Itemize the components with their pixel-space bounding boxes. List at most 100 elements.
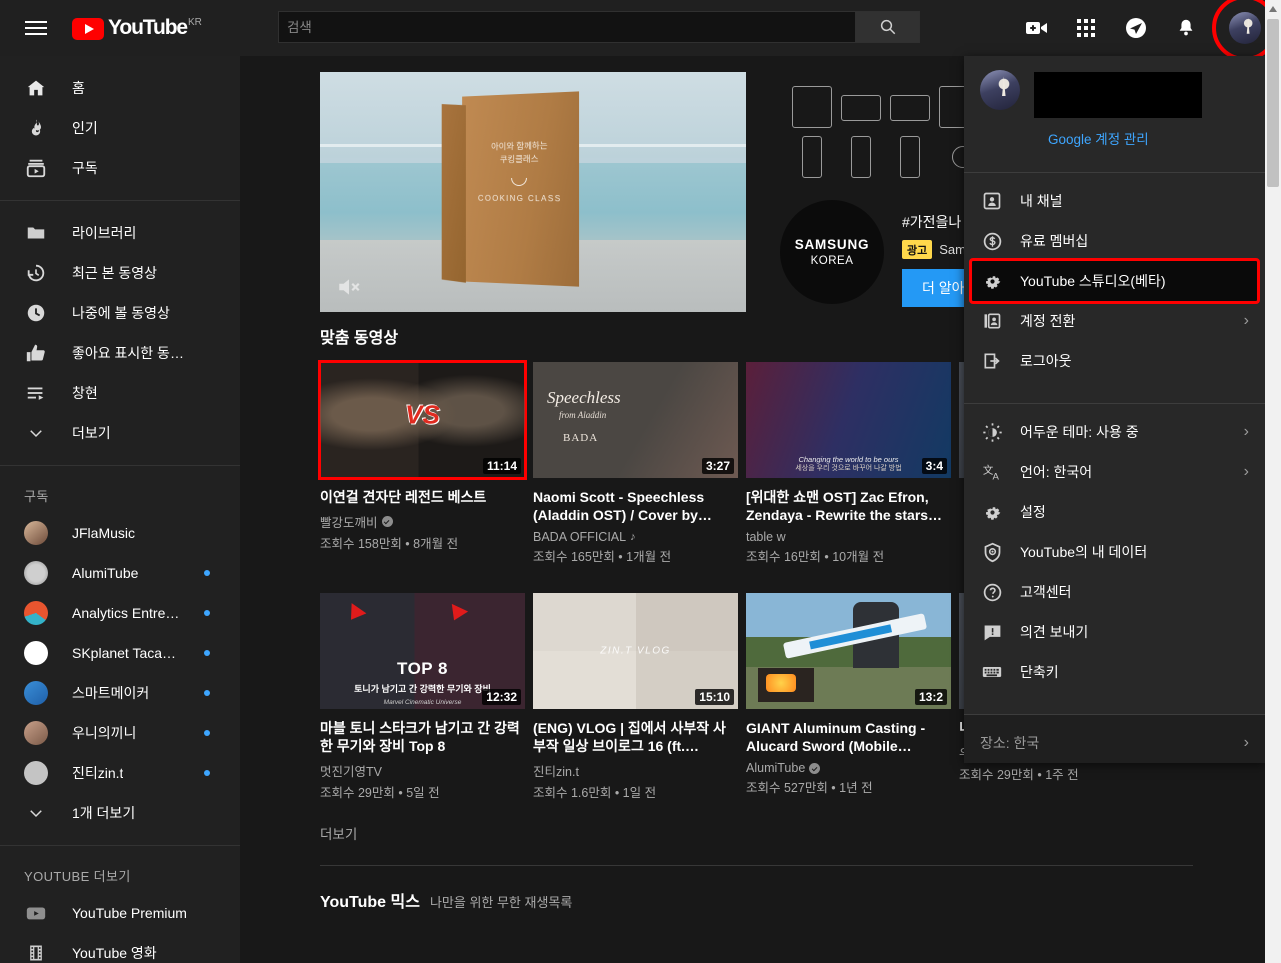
video-card[interactable]: TOP 8 토니가 남기고 간 강력한 무기와 장비 Marvel Cinema… (320, 593, 525, 801)
manage-google-account-link[interactable]: Google 계정 관리 (1048, 128, 1249, 148)
video-channel-name[interactable]: 진티zin.t (533, 761, 579, 780)
menu-item-switch-account[interactable]: 계정 전환 › (964, 301, 1265, 341)
video-title[interactable]: Naomi Scott - Speechless (Aladdin OST) /… (533, 488, 738, 524)
video-thumbnail[interactable]: Speechless from Aladdin BADA 3:27 (533, 362, 738, 478)
video-channel-name[interactable]: AlumiTube (746, 761, 805, 775)
video-thumbnail[interactable]: TOP 8 토니가 남기고 간 강력한 무기와 장비 Marvel Cinema… (320, 593, 525, 709)
sidebar-item-subscription[interactable]: 진티zin.t (0, 753, 240, 793)
sidebar-item-home[interactable]: 홈 (0, 68, 240, 108)
scrollbar-thumb[interactable] (1267, 19, 1279, 187)
menu-item-dark-theme[interactable]: 어두운 테마: 사용 중 › (964, 412, 1265, 452)
film-strip-icon (24, 941, 48, 963)
account-avatar-wrapper[interactable] (1212, 0, 1278, 61)
sidebar-item-subscription[interactable]: 스마트메이커 (0, 673, 240, 713)
sidebar-label: 1개 더보기 (72, 805, 136, 821)
channel-avatar (24, 761, 48, 785)
sidebar-item-subscription[interactable]: Analytics Entre… (0, 593, 240, 633)
chevron-right-icon: › (1243, 312, 1249, 329)
apps-grid-icon[interactable] (1073, 15, 1099, 41)
menu-item-your-data[interactable]: YouTube의 내 데이터 (964, 532, 1265, 572)
video-card[interactable]: ZIN.T VLOG 15:10 (ENG) VLOG | 집에서 사부작 사부… (533, 593, 738, 801)
video-channel-name[interactable]: BADA OFFICIAL (533, 530, 626, 544)
thumb-text-title: Speechless (547, 388, 621, 407)
video-card[interactable]: 13:2 GIANT Aluminum Casting - Alucard Sw… (746, 593, 951, 801)
search-button[interactable] (855, 11, 920, 43)
translate-icon: 文 A (980, 460, 1004, 484)
sidebar-item-subscriptions[interactable]: 구독 (0, 148, 240, 188)
menu-item-my-channel[interactable]: 내 채널 (964, 181, 1265, 221)
sidebar-item-subscription[interactable]: JFlaMusic (0, 513, 240, 553)
sidebar-label: 나중에 볼 동영상 (72, 305, 170, 321)
messages-icon[interactable] (1123, 15, 1149, 41)
sidebar-label: 진티zin.t (72, 765, 124, 781)
history-clock-icon (24, 261, 48, 285)
video-title[interactable]: 마블 토니 스타크가 남기고 간 강력한 무기와 장비 Top 8 (320, 719, 525, 755)
video-card[interactable]: VS 11:14 이연걸 견자단 레전드 베스트 빨강도깨비 조회수 158만회… (318, 360, 527, 565)
music-note-icon: ♪ (630, 531, 636, 543)
menu-item-help[interactable]: 고객센터 (964, 572, 1265, 612)
ad-sign-leg (441, 104, 466, 283)
ad-sign-line2: 쿠킹클래스 (499, 153, 539, 165)
thumb-caption-translated: 세상을 우리 것으로 바꾸어 나갈 방법 (795, 465, 902, 472)
sidebar-item-subscription[interactable]: 우니의끼니 (0, 713, 240, 753)
sidebar-item-subscriptions-show-more[interactable]: 1개 더보기 (0, 793, 240, 833)
shelf-show-more-link[interactable]: 더보기 (240, 801, 1273, 843)
video-thumbnail[interactable]: 13:2 (746, 593, 951, 709)
video-title[interactable]: 이연걸 견자단 레전드 베스트 (320, 488, 525, 506)
mix-title: YouTube 믹스 (320, 894, 420, 911)
menu-item-location[interactable]: 장소: 한국 › (964, 723, 1265, 763)
video-title[interactable]: (ENG) VLOG | 집에서 사부작 사부작 일상 브이로그 16 (ft.… (533, 719, 738, 755)
video-card[interactable]: Changing the world to be ours 세상을 우리 것으로… (746, 362, 951, 565)
advertiser-logo[interactable]: SAMSUNG KOREA (780, 200, 884, 304)
sidebar-item-youtube-premium[interactable]: YouTube Premium (0, 893, 240, 933)
sidebar-item-history[interactable]: 최근 본 동영상 (0, 253, 240, 293)
menu-item-settings[interactable]: 설정 (964, 492, 1265, 532)
sidebar-item-playlist[interactable]: 창현 (0, 373, 240, 413)
video-meta: 조회수 165만회 • 1개월 전 (533, 550, 672, 564)
sidebar-item-trending[interactable]: 인기 (0, 108, 240, 148)
menu-item-sign-out[interactable]: 로그아웃 (964, 341, 1265, 381)
channel-avatar (24, 561, 48, 585)
menu-item-keyboard-shortcuts[interactable]: 단축키 (964, 652, 1265, 692)
sidebar-label: AlumiTube (72, 565, 139, 581)
sidebar-item-show-more[interactable]: 더보기 (0, 413, 240, 453)
search-input[interactable] (278, 11, 855, 43)
sidebar-item-liked-videos[interactable]: 좋아요 표시한 동… (0, 333, 240, 373)
account-menu-group-1: 내 채널 유료 멤버십 YouTube 스튜디오(베타) 계정 전환 › 로그아… (964, 173, 1265, 389)
sidebar-label: 라이브러리 (72, 225, 137, 241)
chevron-right-icon: › (1243, 463, 1249, 480)
page-scrollbar[interactable] (1265, 0, 1281, 963)
create-video-icon[interactable] (1023, 15, 1049, 41)
menu-item-youtube-studio[interactable]: YouTube 스튜디오(베타) (969, 258, 1260, 304)
sidebar-item-watch-later[interactable]: 나중에 볼 동영상 (0, 293, 240, 333)
video-title[interactable]: GIANT Aluminum Casting - Alucard Sword (… (746, 719, 951, 755)
sidebar-item-library[interactable]: 라이브러리 (0, 213, 240, 253)
video-channel-name[interactable]: table w (746, 530, 786, 544)
masthead-video-player[interactable]: 아이와 함께하는 쿠킹클래스 COOKING CLASS (320, 72, 746, 312)
video-title[interactable]: [위대한 쇼맨 OST] Zac Efron, Zendaya - Rewrit… (746, 488, 951, 524)
menu-item-paid-memberships[interactable]: 유료 멤버십 (964, 221, 1265, 261)
video-thumbnail[interactable]: VS 11:14 (318, 360, 527, 480)
scrollbar-up-arrow[interactable] (1265, 0, 1281, 17)
video-thumbnail[interactable]: Changing the world to be ours 세상을 우리 것으로… (746, 362, 951, 478)
feedback-icon (980, 620, 1004, 644)
gear-icon (980, 269, 1004, 293)
search-icon (880, 19, 895, 35)
sidebar-item-subscription[interactable]: SKplanet Taca… (0, 633, 240, 673)
mute-icon[interactable] (336, 274, 362, 300)
sidebar-item-youtube-movies[interactable]: YouTube 영화 (0, 933, 240, 963)
sidebar-label: 인기 (72, 120, 98, 136)
notifications-bell-icon[interactable] (1173, 15, 1199, 41)
sidebar-item-subscription[interactable]: AlumiTube (0, 553, 240, 593)
chevron-right-icon: › (1243, 734, 1249, 751)
video-thumbnail[interactable]: ZIN.T VLOG 15:10 (533, 593, 738, 709)
ad-badge: 광고 (902, 240, 933, 259)
video-channel-name[interactable]: 멋진기영TV (320, 761, 382, 780)
menu-item-send-feedback[interactable]: 의견 보내기 (964, 612, 1265, 652)
video-card[interactable]: Speechless from Aladdin BADA 3:27 Naomi … (533, 362, 738, 565)
youtube-logo[interactable]: YouTube KR (72, 16, 202, 40)
video-channel-name[interactable]: 빨강도깨비 (320, 512, 378, 531)
account-avatar[interactable] (1229, 12, 1261, 44)
hamburger-menu-icon[interactable] (16, 8, 56, 48)
menu-item-language[interactable]: 文 A 언어: 한국어 › (964, 452, 1265, 492)
